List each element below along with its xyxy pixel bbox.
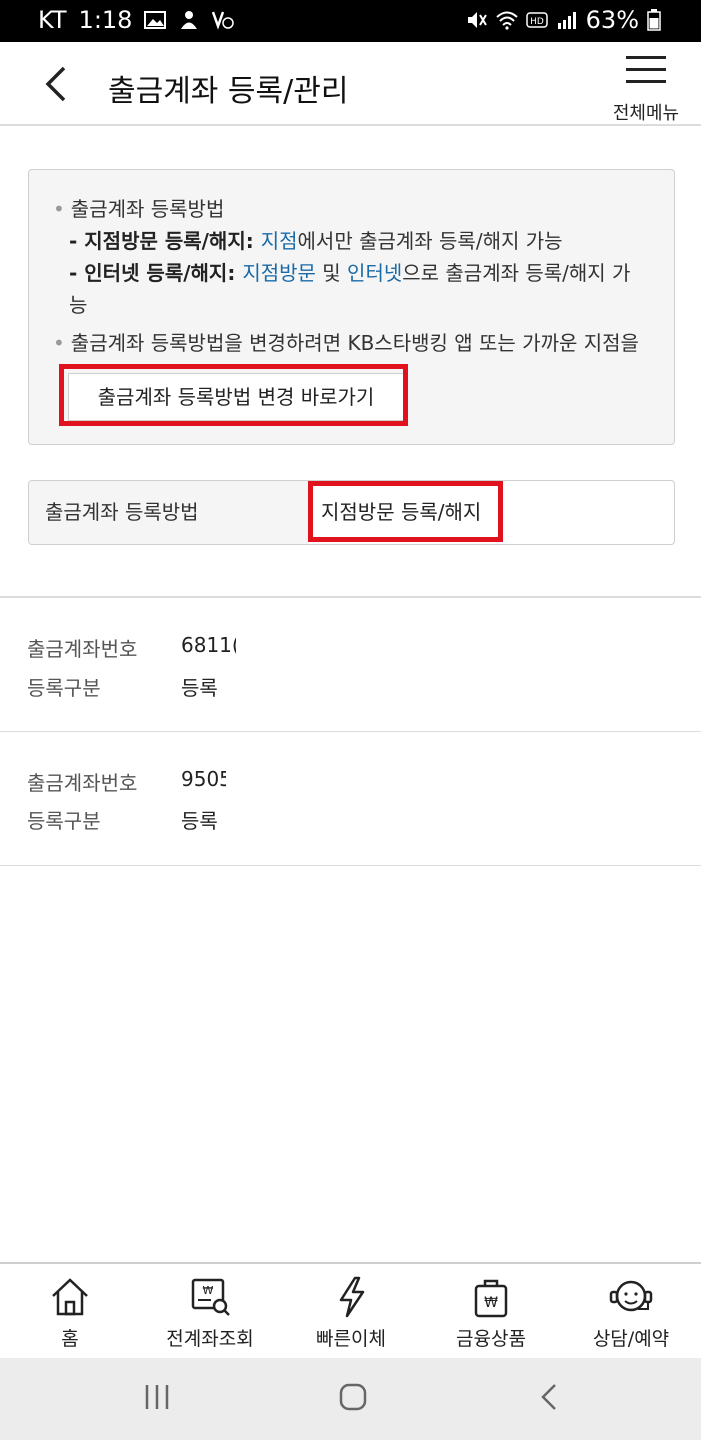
colon: : bbox=[227, 261, 243, 285]
battery-icon bbox=[647, 9, 661, 31]
nav-label: 전계좌조회 bbox=[166, 1328, 254, 1350]
wifi-icon bbox=[495, 11, 518, 30]
info-text: • 출금계좌 등록방법 - 지점방문 등록/해지: 지점에서만 출금계좌 등록/해… bbox=[53, 193, 643, 359]
app-notification-icon bbox=[181, 11, 198, 29]
conjunction: 및 bbox=[315, 261, 348, 285]
page-title: 출금계좌 등록/관리 bbox=[108, 74, 349, 109]
account-search-icon: ₩ bbox=[191, 1278, 230, 1316]
home-system-button[interactable] bbox=[338, 1382, 368, 1416]
svg-text:HD: HD bbox=[530, 17, 544, 27]
info-item-title: 출금계좌 등록방법 bbox=[70, 197, 225, 221]
register-type-value: 등록 bbox=[181, 809, 218, 833]
branch-link[interactable]: 지점 bbox=[261, 229, 298, 253]
signal-icon bbox=[557, 12, 576, 29]
register-method-value: 지점방문 등록/해지 bbox=[321, 500, 482, 524]
system-back-button[interactable] bbox=[538, 1382, 562, 1416]
hamburger-icon bbox=[626, 56, 666, 86]
list-divider bbox=[0, 865, 701, 866]
recent-apps-icon bbox=[145, 1385, 169, 1409]
bottom-nav: 홈 ₩ 전계좌조회 빠른이체 ₩ 금융상품 상담/예약 bbox=[0, 1262, 701, 1358]
info-line-internet: - 인터넷 등록/해지: 지점방문 및 인터넷으로 출금계좌 등록/해지 가능 bbox=[53, 257, 643, 321]
nav-consult-reserve[interactable]: 상담/예약 bbox=[561, 1264, 701, 1360]
account-number-label: 출금계좌번호 bbox=[27, 637, 138, 661]
nav-label: 금융상품 bbox=[456, 1328, 526, 1350]
svg-text:₩: ₩ bbox=[484, 1295, 498, 1311]
internet-method-label: - 인터넷 등록/해지 bbox=[69, 261, 228, 285]
nav-all-accounts[interactable]: ₩ 전계좌조회 bbox=[140, 1264, 280, 1360]
register-type-value: 등록 bbox=[181, 676, 218, 700]
status-right: HD 63% bbox=[466, 6, 661, 34]
info-item-register-method: • 출금계좌 등록방법 bbox=[53, 197, 225, 221]
branch-method-label: - 지점방문 등록/해지 bbox=[69, 229, 246, 253]
info-line-branch: - 지점방문 등록/해지: 지점에서만 출금계좌 등록/해지 가능 bbox=[53, 225, 643, 257]
back-chevron-icon bbox=[541, 1384, 556, 1410]
account-item: 출금계좌번호 6811( 등록구분 등록 bbox=[0, 598, 701, 731]
status-left: KT 1:18 bbox=[38, 6, 235, 34]
status-bar: KT 1:18 HD 63% bbox=[0, 0, 701, 42]
carrier-label: KT bbox=[38, 6, 67, 34]
account-number-value: 6811( bbox=[181, 633, 236, 657]
home-circle-icon bbox=[339, 1383, 367, 1411]
account-item: 출금계좌번호 9505 등록구분 등록 bbox=[0, 732, 701, 865]
volte-icon bbox=[212, 11, 235, 30]
nav-financial-products[interactable]: ₩ 금융상품 bbox=[421, 1264, 561, 1360]
back-button[interactable] bbox=[38, 64, 78, 104]
app-header: 출금계좌 등록/관리 전체메뉴 bbox=[0, 42, 701, 126]
register-type-label: 등록구분 bbox=[27, 809, 101, 833]
system-nav-bar bbox=[0, 1358, 701, 1440]
branch-visit-link[interactable]: 지점방문 bbox=[242, 261, 316, 285]
full-menu-button[interactable]: 전체메뉴 bbox=[611, 54, 681, 124]
nav-home[interactable]: 홈 bbox=[0, 1264, 140, 1360]
change-method-button[interactable]: 출금계좌 등록방법 변경 바로가기 bbox=[68, 373, 404, 421]
nav-label: 상담/예약 bbox=[592, 1328, 670, 1350]
nav-quick-transfer[interactable]: 빠른이체 bbox=[281, 1264, 421, 1360]
battery-percent: 63% bbox=[585, 6, 639, 34]
colon: : bbox=[245, 229, 261, 253]
lightning-icon bbox=[339, 1276, 365, 1318]
image-notification-icon bbox=[144, 11, 167, 29]
info-box: • 출금계좌 등록방법 - 지점방문 등록/해지: 지점에서만 출금계좌 등록/해… bbox=[28, 169, 675, 445]
nav-label: 빠른이체 bbox=[316, 1328, 386, 1350]
home-icon bbox=[52, 1278, 88, 1316]
recent-apps-button[interactable] bbox=[144, 1382, 170, 1416]
account-number-label: 출금계좌번호 bbox=[27, 771, 138, 795]
register-method-row: 출금계좌 등록방법 지점방문 등록/해지 bbox=[28, 480, 675, 545]
account-number-value: 9505 bbox=[181, 767, 226, 791]
mute-icon bbox=[467, 12, 487, 28]
register-method-label: 출금계좌 등록방법 bbox=[29, 481, 309, 544]
svg-text:₩: ₩ bbox=[203, 1284, 214, 1297]
change-method-desc: 출금계좌 등록방법을 변경하려면 KB스타뱅킹 앱 또는 가까운 지점을 이용해… bbox=[70, 331, 639, 355]
register-type-label: 등록구분 bbox=[27, 676, 101, 700]
full-menu-label: 전체메뉴 bbox=[612, 103, 680, 124]
clock: 1:18 bbox=[78, 6, 133, 34]
chevron-left-icon bbox=[45, 66, 66, 102]
internet-link[interactable]: 인터넷 bbox=[347, 261, 402, 285]
shopping-bag-icon: ₩ bbox=[474, 1279, 508, 1318]
branch-desc: 에서만 출금계좌 등록/해지 가능 bbox=[297, 229, 563, 253]
hd-voice-icon: HD bbox=[525, 12, 548, 28]
headset-icon bbox=[609, 1280, 653, 1312]
info-item-change-method: •출금계좌 등록방법을 변경하려면 KB스타뱅킹 앱 또는 가까운 지점을 이용… bbox=[53, 327, 643, 359]
nav-label: 홈 bbox=[61, 1328, 79, 1350]
